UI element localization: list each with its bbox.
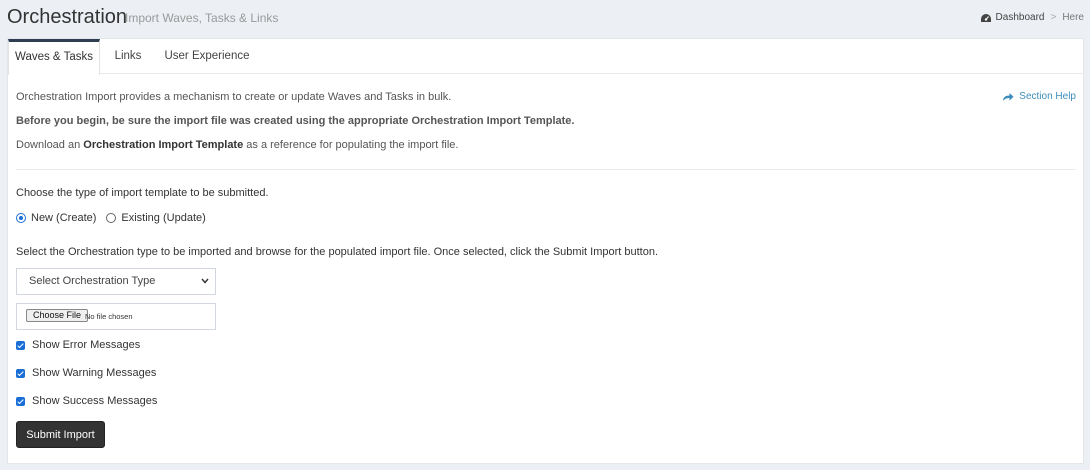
section-help-link[interactable]: Section Help — [1002, 91, 1076, 103]
show-error-checkbox[interactable] — [16, 340, 25, 350]
orchestration-prompt: Select the Orchestration type to be impo… — [16, 246, 659, 258]
file-status: No file chosen — [85, 312, 133, 321]
choose-file-button[interactable]: Choose File — [26, 309, 89, 322]
intro-download-line: Download an Orchestration Import Templat… — [16, 138, 458, 152]
section-help-label: Section Help — [1019, 91, 1076, 102]
show-success-row: Show Success Messages — [16, 395, 157, 407]
submit-import-button[interactable]: Submit Import — [16, 421, 105, 448]
page-title: Orchestration — [7, 6, 128, 28]
show-success-label[interactable]: Show Success Messages — [32, 395, 157, 407]
show-warning-row: Show Warning Messages — [16, 367, 156, 379]
radio-new-create-label[interactable]: New (Create) — [31, 212, 96, 224]
tab-links[interactable]: Links — [104, 39, 152, 74]
show-success-checkbox[interactable] — [16, 396, 25, 406]
show-error-label[interactable]: Show Error Messages — [32, 339, 140, 351]
tab-waves-tasks[interactable]: Waves & Tasks — [8, 39, 100, 75]
breadcrumb-dashboard-link[interactable]: Dashboard — [996, 12, 1045, 24]
breadcrumb-current: Here — [1062, 12, 1084, 23]
show-warning-checkbox[interactable] — [16, 368, 25, 378]
show-error-row: Show Error Messages — [16, 339, 140, 351]
breadcrumb-separator: > — [1050, 12, 1057, 23]
template-type-radio-group: New (Create) Existing (Update) — [16, 212, 216, 224]
page-subtitle: Import Waves, Tasks & Links — [125, 11, 279, 25]
download-suffix: as a reference for populating the import… — [243, 139, 459, 151]
share-icon — [1003, 93, 1014, 101]
section-divider — [16, 169, 1076, 170]
intro-description: Orchestration Import provides a mechanis… — [16, 91, 452, 103]
radio-existing-update[interactable] — [106, 213, 117, 223]
page-header: Orchestration Import Waves, Tasks & Link… — [0, 0, 1090, 38]
radio-existing-update-label[interactable]: Existing (Update) — [121, 212, 205, 224]
tab-user-experience[interactable]: User Experience — [160, 39, 254, 74]
show-warning-label[interactable]: Show Warning Messages — [32, 367, 156, 379]
tab-bar: Waves & Tasks Links User Experience — [8, 39, 1083, 75]
template-download-link[interactable]: Orchestration Import Template — [83, 139, 243, 151]
import-panel: Waves & Tasks Links User Experience Orch… — [7, 38, 1084, 464]
orchestration-type-value: Select Orchestration Type — [29, 275, 156, 287]
dashboard-icon — [980, 14, 991, 22]
file-input: Choose File No file chosen — [16, 303, 216, 330]
intro-warning: Before you begin, be sure the import fil… — [16, 115, 575, 127]
download-prefix: Download an — [16, 139, 84, 151]
radio-new-create[interactable] — [16, 213, 26, 223]
chevron-down-icon — [201, 278, 209, 284]
template-type-prompt: Choose the type of import template to be… — [16, 187, 269, 199]
breadcrumb: Dashboard > Here — [980, 12, 1084, 24]
orchestration-type-select[interactable]: Select Orchestration Type — [16, 268, 216, 295]
